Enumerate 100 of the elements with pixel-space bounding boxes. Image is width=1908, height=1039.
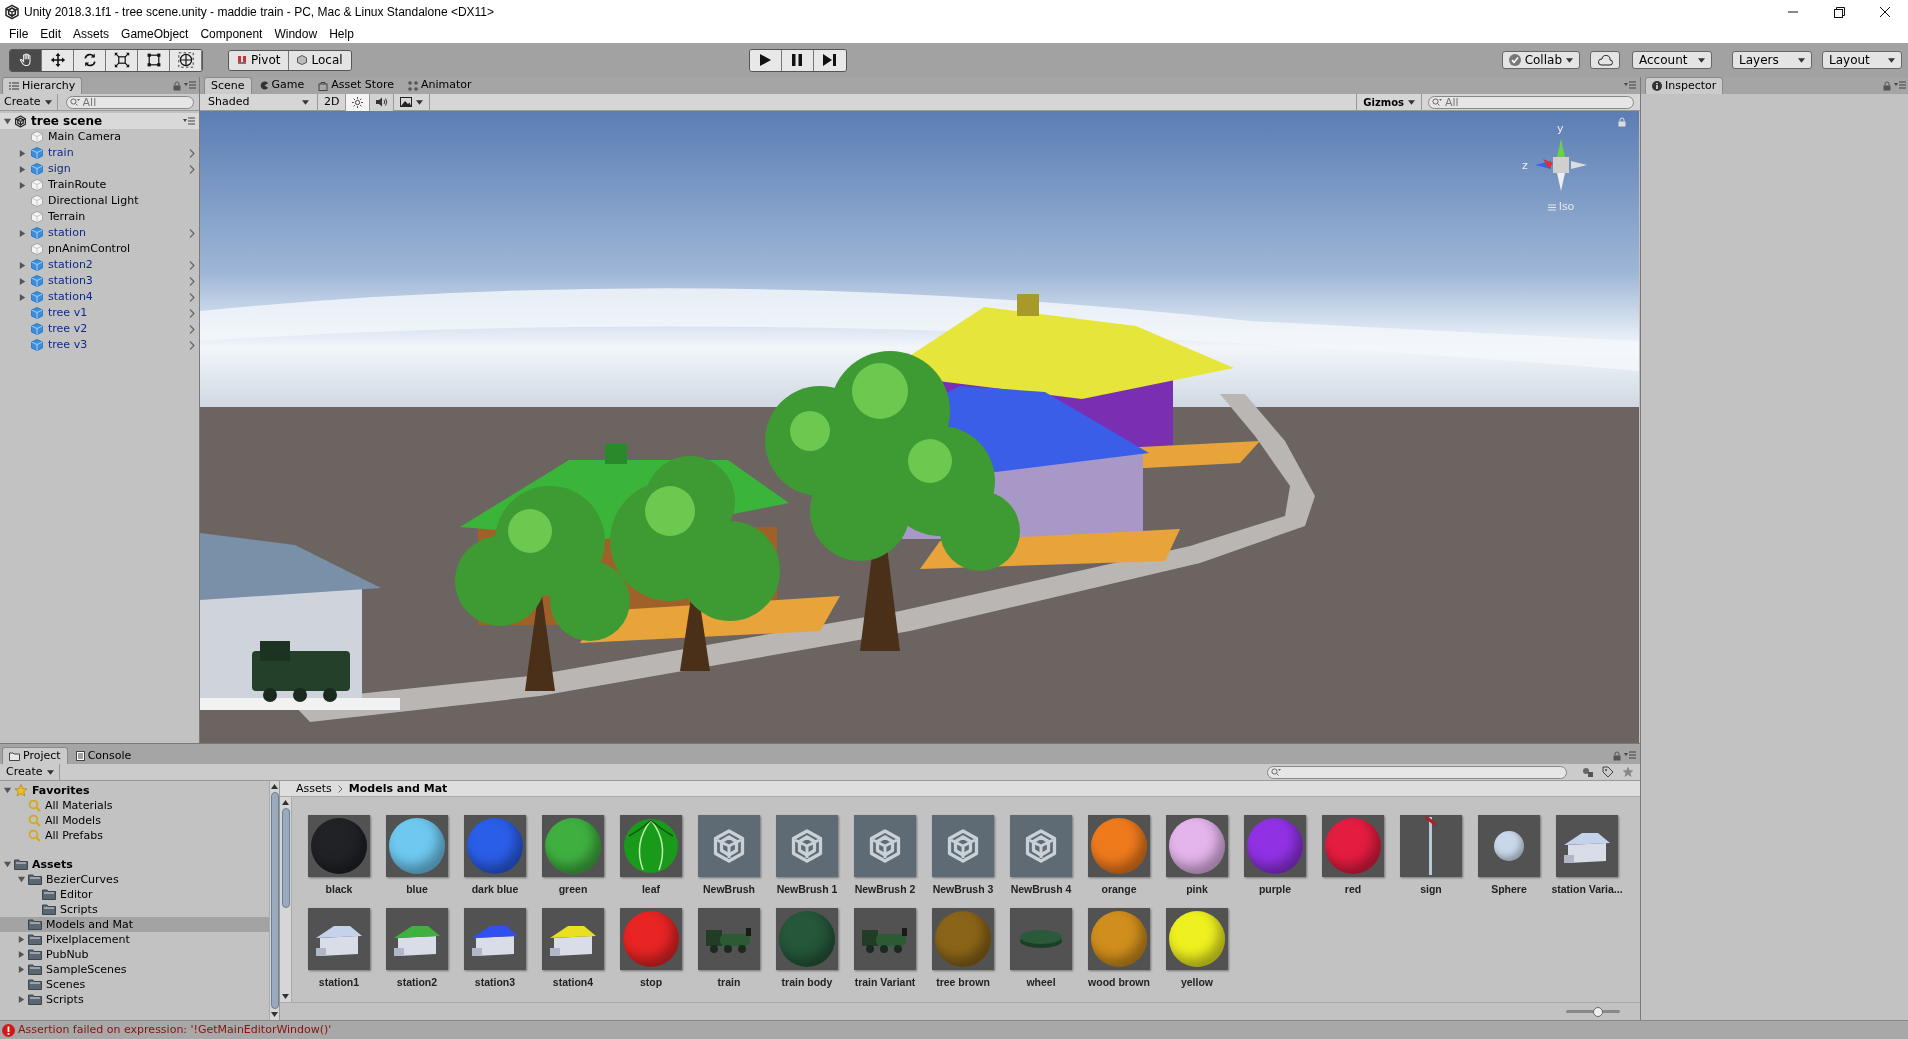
create-dropdown[interactable]: Create — [6, 764, 60, 781]
panel-tab[interactable]: Scene — [204, 77, 252, 94]
menu-item[interactable]: Window — [268, 24, 324, 43]
folder-row[interactable]: All Prefabs — [0, 828, 269, 844]
asset-label[interactable]: NewBrush 2 — [854, 882, 916, 899]
hierarchy-item[interactable]: Directional Light — [48, 192, 139, 210]
panel-menu-icon[interactable] — [184, 81, 196, 90]
gizmos-dropdown[interactable]: Gizmos — [1356, 93, 1422, 111]
tool-button[interactable] — [42, 49, 74, 71]
folder-row[interactable]: Models and Mat — [0, 917, 269, 933]
folder-row[interactable]: Scripts — [0, 902, 269, 918]
search-field[interactable]: All — [1428, 95, 1634, 109]
panel-tab[interactable]: Project — [2, 747, 68, 765]
shading-dropdown[interactable]: Shaded — [200, 93, 318, 111]
pivot-button[interactable]: Pivot — [229, 50, 290, 70]
scrollbar-thumb[interactable] — [270, 792, 279, 1009]
asset-label[interactable]: Sphere — [1491, 882, 1527, 899]
scroll-down-icon[interactable] — [282, 994, 289, 999]
asset-label[interactable]: train body — [781, 975, 833, 992]
folder-row[interactable]: Scripts — [0, 992, 269, 1008]
asset-thumbnail[interactable] — [1556, 815, 1618, 878]
asset-thumbnail[interactable] — [308, 908, 370, 971]
slider-thumb[interactable] — [1593, 1006, 1604, 1017]
folder-row[interactable]: All Materials — [0, 798, 269, 814]
asset-label[interactable]: train — [717, 975, 741, 992]
asset-label[interactable]: pink — [1186, 882, 1208, 899]
chevron-right-icon[interactable] — [189, 228, 195, 238]
hierarchy-item[interactable]: station3 — [48, 272, 93, 290]
hierarchy-item[interactable]: tree v2 — [48, 320, 88, 338]
asset-thumbnail[interactable] — [1010, 815, 1072, 878]
tool-button[interactable] — [138, 49, 170, 71]
menu-item[interactable]: GameObject — [115, 24, 195, 43]
account-dropdown[interactable]: Account — [1632, 51, 1712, 69]
expand-arrow-icon[interactable] — [3, 116, 12, 126]
step-button[interactable] — [813, 49, 846, 71]
folder-row[interactable]: Scenes — [0, 977, 269, 993]
asset-thumbnail[interactable] — [854, 815, 916, 878]
panel-menu-icon[interactable] — [1894, 81, 1906, 90]
menu-item[interactable]: Help — [323, 24, 360, 43]
asset-label[interactable]: stop — [639, 975, 663, 992]
scroll-down-icon[interactable] — [271, 1012, 278, 1017]
folder-row[interactable]: SampleScenes — [0, 962, 269, 978]
tool-button[interactable] — [170, 49, 202, 71]
menu-item[interactable]: Assets — [67, 24, 116, 43]
tool-button[interactable] — [10, 49, 42, 71]
status-message[interactable]: Assertion failed on expression: '!GetMainEditorWindow()' — [18, 1021, 332, 1039]
asset-label[interactable]: NewBrush 1 — [776, 882, 838, 899]
hierarchy-item[interactable]: station — [48, 224, 86, 242]
cloud-button[interactable] — [1590, 51, 1620, 69]
asset-label[interactable]: sign — [1420, 882, 1442, 899]
asset-label[interactable]: station1 — [318, 975, 360, 992]
asset-label[interactable]: red — [1344, 882, 1362, 899]
play-button[interactable] — [749, 49, 782, 71]
asset-thumbnail[interactable] — [1010, 908, 1072, 971]
asset-label[interactable]: NewBrush 3 — [932, 882, 994, 899]
collab-button[interactable]: Collab — [1501, 51, 1580, 69]
folder-row[interactable]: Assets — [0, 857, 269, 873]
asset-label[interactable]: station Varia... — [1551, 882, 1623, 899]
asset-thumbnail[interactable] — [386, 908, 448, 971]
folder-row[interactable]: All Models — [0, 813, 269, 829]
expand-arrow-icon[interactable] — [18, 228, 27, 238]
hierarchy-item[interactable]: TrainRoute — [48, 176, 107, 194]
breadcrumb-item[interactable]: Models and Mat — [348, 780, 448, 798]
asset-label[interactable]: station2 — [396, 975, 438, 992]
panel-tab[interactable]: Hierarchy — [2, 77, 83, 94]
panel-tab[interactable]: Asset Store — [312, 77, 400, 94]
asset-label[interactable]: leaf — [641, 882, 661, 899]
asset-thumbnail[interactable] — [1478, 815, 1540, 878]
folder-row[interactable]: BezierCurves — [0, 872, 269, 888]
pause-button[interactable] — [781, 49, 814, 71]
asset-label[interactable]: yellow — [1180, 975, 1214, 992]
asset-thumbnail[interactable] — [698, 815, 760, 878]
panel-tab[interactable]: Inspector — [1645, 77, 1724, 94]
hierarchy-item[interactable]: train — [48, 144, 74, 162]
local-button[interactable]: Local — [289, 50, 351, 70]
asset-label[interactable]: station4 — [552, 975, 594, 992]
asset-thumbnail[interactable] — [932, 815, 994, 878]
hierarchy-item[interactable]: Terrain — [48, 208, 86, 226]
asset-label[interactable]: NewBrush — [703, 882, 755, 899]
hierarchy-item[interactable]: station2 — [48, 256, 93, 274]
menu-item[interactable]: Edit — [34, 24, 68, 43]
hierarchy-item[interactable]: sign — [48, 160, 71, 178]
expand-arrow-icon[interactable] — [17, 995, 26, 1005]
asset-label[interactable]: NewBrush 4 — [1010, 882, 1072, 899]
hierarchy-item[interactable]: pnAnimControl — [48, 240, 130, 258]
tool-button[interactable] — [74, 49, 106, 71]
star-icon[interactable] — [1622, 766, 1634, 779]
panel-menu-icon[interactable] — [1624, 751, 1636, 761]
layout-dropdown[interactable]: Layout — [1822, 51, 1902, 69]
folder-row[interactable]: Editor — [0, 887, 269, 903]
layers-dropdown[interactable]: Layers — [1732, 51, 1812, 69]
tag-icon[interactable] — [1602, 766, 1614, 779]
asset-label[interactable]: wood brown — [1088, 975, 1150, 992]
asset-thumbnail[interactable] — [698, 908, 760, 971]
panel-tab[interactable]: Animator — [401, 77, 478, 94]
folder-row[interactable]: Favorites — [0, 783, 269, 799]
menu-item[interactable]: File — [3, 24, 35, 43]
asset-label[interactable]: green — [558, 882, 588, 899]
search-field[interactable] — [1267, 765, 1567, 779]
search-field[interactable]: All — [65, 95, 194, 109]
